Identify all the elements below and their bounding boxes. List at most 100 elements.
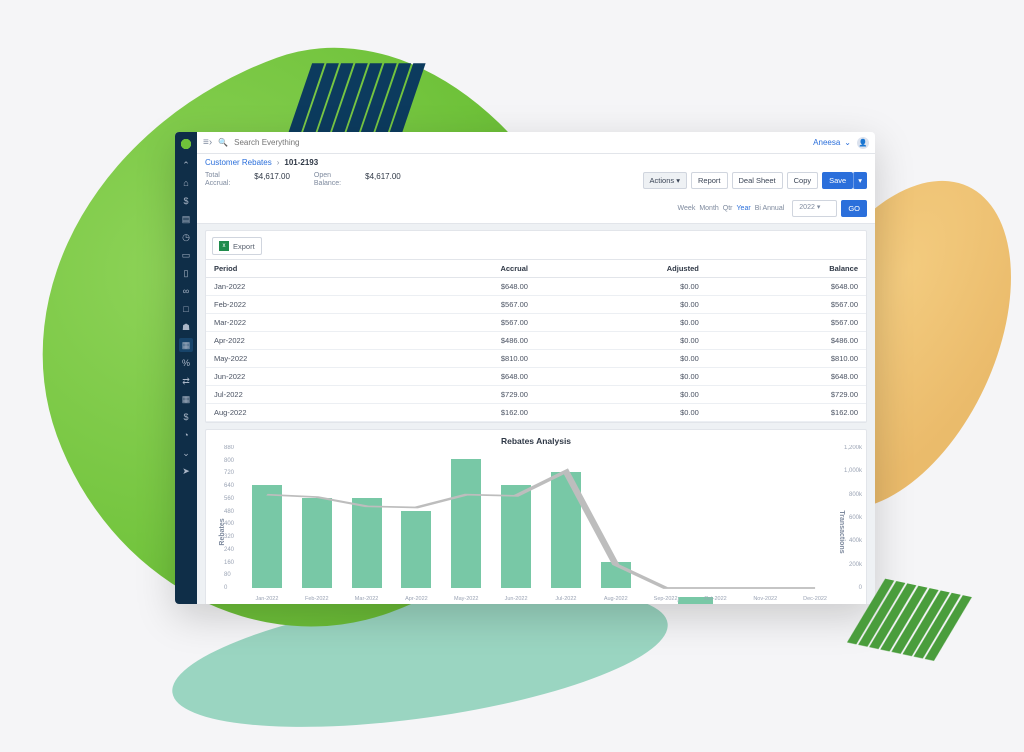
col-balance[interactable]: Balance — [707, 260, 866, 278]
nav-caret-down-icon[interactable]: ⌄ — [179, 446, 193, 460]
timeframe-switch: Week/ Month/ Qtr/ Year/ Bi Annual — [678, 200, 785, 217]
x-tick-label: Apr-2022 — [405, 596, 428, 602]
nav-pointer-icon[interactable]: ➤ — [179, 464, 193, 478]
search-input[interactable] — [234, 138, 807, 147]
cell-accrual: $648.00 — [381, 278, 536, 296]
nav-card-icon[interactable]: □ — [179, 302, 193, 316]
cell-adjusted: $0.00 — [536, 278, 707, 296]
nav-chart-icon[interactable]: ▦ — [179, 338, 193, 352]
nav-document-icon[interactable]: ▤ — [179, 212, 193, 226]
timeframe-week[interactable]: Week — [678, 205, 696, 212]
x-tick-label: Mar-2022 — [355, 596, 379, 602]
x-tick-label: Dec-2022 — [803, 596, 827, 602]
y-left-tick: 80 — [224, 572, 231, 578]
table-row[interactable]: Jan-2022$648.00$0.00$648.00 — [206, 278, 866, 296]
report-button[interactable]: Report — [691, 172, 728, 189]
nav-desktop-icon[interactable]: ▭ — [179, 248, 193, 262]
table-row[interactable]: Mar-2022$567.00$0.00$567.00 — [206, 314, 866, 332]
menu-toggle-icon[interactable]: ≡› — [203, 137, 212, 148]
x-tick-label: May-2022 — [454, 596, 478, 602]
y-left-tick: 320 — [224, 534, 234, 540]
actions-button[interactable]: Actions ▾ — [643, 172, 687, 189]
table-row[interactable]: May-2022$810.00$0.00$810.00 — [206, 350, 866, 368]
y-right-tick: 600k — [849, 515, 862, 521]
table-row[interactable]: Jun-2022$648.00$0.00$648.00 — [206, 368, 866, 386]
app-logo[interactable] — [180, 138, 192, 150]
breadcrumb: Customer Rebates › 101-2193 — [205, 158, 867, 167]
chevron-down-icon: ▾ — [676, 176, 680, 185]
table-row[interactable]: Jul-2022$729.00$0.00$729.00 — [206, 386, 866, 404]
nav-reconcile-icon[interactable]: ⇄ — [179, 374, 193, 388]
nav-infinity-icon[interactable]: ∞ — [179, 284, 193, 298]
nav-grid-icon[interactable]: ▦ — [179, 392, 193, 406]
save-dropdown-button[interactable]: ▾ — [853, 172, 867, 189]
nav-credit-icon[interactable]: $ — [179, 410, 193, 424]
table-row[interactable]: Apr-2022$486.00$0.00$486.00 — [206, 332, 866, 350]
cell-accrual: $162.00 — [381, 404, 536, 422]
cell-accrual: $729.00 — [381, 386, 536, 404]
cell-balance: $162.00 — [707, 404, 866, 422]
timeframe-month[interactable]: Month — [699, 205, 718, 212]
nav-gauge-icon[interactable]: ◷ — [179, 230, 193, 244]
total-accrual-value: $4,617.00 — [254, 172, 290, 181]
user-menu[interactable]: Aneesa ⌄ — [813, 138, 851, 147]
y-left-tick: 720 — [224, 470, 234, 476]
y-right-tick: 0 — [859, 585, 862, 591]
cell-accrual: $810.00 — [381, 350, 536, 368]
col-accrual[interactable]: Accrual — [381, 260, 536, 278]
nav-link-icon[interactable]: % — [179, 356, 193, 370]
nav-briefcase-icon[interactable]: ☗ — [179, 320, 193, 334]
year-select[interactable]: 2022 ▾ — [792, 200, 837, 217]
breadcrumb-parent-link[interactable]: Customer Rebates — [205, 158, 272, 167]
y-left-tick: 880 — [224, 445, 234, 451]
nav-home-icon[interactable]: ⌂ — [179, 176, 193, 190]
cell-adjusted: $0.00 — [536, 350, 707, 368]
x-tick-label: Feb-2022 — [305, 596, 329, 602]
x-tick-label: Jan-2022 — [255, 596, 278, 602]
chart-title: Rebates Analysis — [206, 430, 866, 448]
table-row[interactable]: Feb-2022$567.00$0.00$567.00 — [206, 296, 866, 314]
excel-icon: x — [219, 241, 229, 251]
search-icon: 🔍 — [218, 138, 228, 147]
chart-panel: Rebates Analysis Rebates Transactions 08… — [205, 429, 867, 604]
col-adjusted[interactable]: Adjusted — [536, 260, 707, 278]
table-row[interactable]: Aug-2022$162.00$0.00$162.00 — [206, 404, 866, 422]
save-button[interactable]: Save — [822, 172, 853, 189]
deal-sheet-button[interactable]: Deal Sheet — [732, 172, 783, 189]
col-period[interactable]: Period — [206, 260, 381, 278]
user-avatar-icon[interactable]: 👤 — [857, 137, 869, 149]
open-balance-label: OpenBalance: — [314, 172, 341, 187]
y-left-tick: 160 — [224, 560, 234, 566]
timeframe-biannual[interactable]: Bi Annual — [755, 205, 785, 212]
chart-plot-area: 0801602403204004805606407208008800200k40… — [242, 448, 840, 588]
go-button[interactable]: GO — [841, 200, 867, 217]
y-left-tick: 400 — [224, 521, 234, 527]
nav-billing-icon[interactable]: $ — [179, 194, 193, 208]
chevron-down-icon: ⌄ — [844, 138, 851, 147]
timeframe-year[interactable]: Year — [737, 205, 751, 212]
nav-clipboard-icon[interactable]: ▯ — [179, 266, 193, 280]
cell-balance: $648.00 — [707, 368, 866, 386]
y-right-tick: 1,200k — [844, 445, 862, 451]
cell-period: Aug-2022 — [206, 404, 381, 422]
cell-adjusted: $0.00 — [536, 332, 707, 350]
timeframe-qtr[interactable]: Qtr — [723, 205, 733, 212]
cell-balance: $648.00 — [707, 278, 866, 296]
nav-pie-icon[interactable]: ◔ — [179, 428, 193, 442]
cell-balance: $567.00 — [707, 296, 866, 314]
accrual-table: Period Accrual Adjusted Balance Jan-2022… — [206, 259, 866, 422]
copy-button[interactable]: Copy — [787, 172, 819, 189]
x-tick-label: Oct-2022 — [704, 596, 727, 602]
cell-accrual: $567.00 — [381, 314, 536, 332]
cell-adjusted: $0.00 — [536, 404, 707, 422]
cell-adjusted: $0.00 — [536, 314, 707, 332]
topbar: ≡› 🔍 Aneesa ⌄ 👤 — [197, 132, 875, 154]
export-button[interactable]: x Export — [212, 237, 262, 255]
nav-caret-up-icon[interactable]: ⌃ — [179, 158, 193, 172]
chart-line-series — [242, 448, 840, 588]
y-left-tick: 0 — [224, 585, 227, 591]
cell-period: Feb-2022 — [206, 296, 381, 314]
cell-period: Jun-2022 — [206, 368, 381, 386]
y-right-tick: 800k — [849, 492, 862, 498]
total-accrual-label: TotalAccrual: — [205, 172, 230, 187]
